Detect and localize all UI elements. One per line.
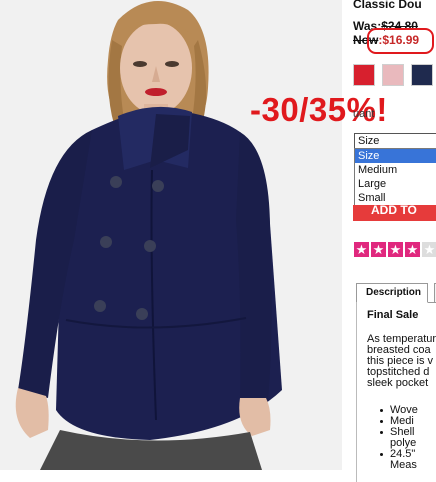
description-line: sleek pocket (367, 377, 429, 389)
size-option-medium[interactable]: Medium (355, 163, 436, 177)
tab-strip: Description (356, 283, 436, 303)
list-item-continuation: Meas (390, 459, 417, 471)
star-icon: ★ (371, 242, 386, 257)
description-text: As temperatur breasted coa this piece is… (367, 334, 436, 389)
swatch-red[interactable] (353, 64, 375, 86)
tab-description[interactable]: Description (356, 283, 428, 303)
product-title: Classic Dou (353, 0, 422, 11)
product-image (0, 0, 342, 470)
star-icon: ★ (388, 242, 403, 257)
star-icon: ★ (354, 242, 369, 257)
star-icon: ★ (422, 242, 436, 257)
size-select[interactable]: Size (354, 133, 436, 149)
size-option-size[interactable]: Size (355, 149, 436, 163)
quantity-label: uant (353, 108, 375, 120)
size-dropdown-list: Size Medium Large Small (354, 148, 436, 206)
feature-list: Wove Medi Shell polye 24.5" Meas (380, 405, 418, 471)
price-highlight-circle (367, 28, 434, 54)
final-sale-heading: Final Sale (367, 309, 419, 321)
add-to-bag-button[interactable]: ADD TO (353, 205, 436, 221)
swatch-pink[interactable] (382, 64, 404, 86)
size-option-small[interactable]: Small (355, 191, 436, 205)
star-icon: ★ (405, 242, 420, 257)
size-option-large[interactable]: Large (355, 177, 436, 191)
model-illustration (0, 0, 342, 470)
swatch-navy[interactable] (411, 64, 433, 86)
